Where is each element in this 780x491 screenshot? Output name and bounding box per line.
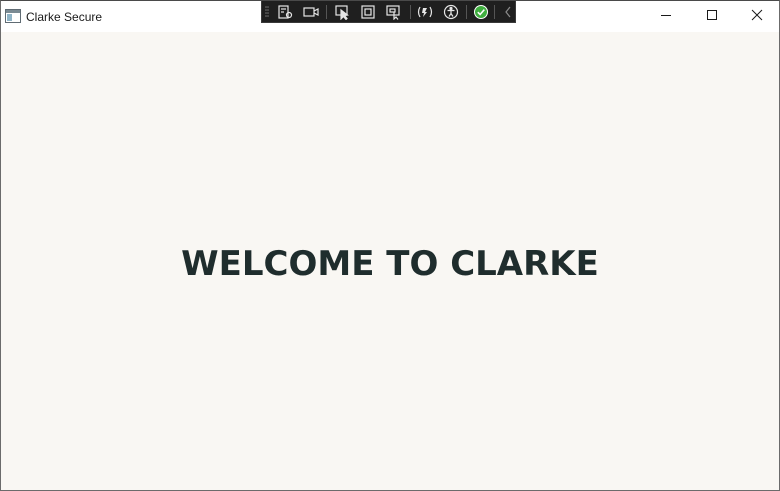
live-visual-tree-icon[interactable] (275, 3, 295, 21)
accessibility-checker-icon[interactable] (441, 3, 461, 21)
maximize-button[interactable] (689, 1, 735, 32)
hot-reload-icon[interactable] (415, 3, 435, 21)
minimize-button[interactable] (643, 1, 689, 32)
display-layout-adorners-icon[interactable] (358, 3, 378, 21)
toolbar-grip-icon[interactable] (265, 5, 269, 19)
collapse-chevron-icon[interactable] (498, 3, 518, 21)
toolbar-separator (410, 5, 411, 19)
xaml-debug-toolbar (261, 1, 516, 23)
main-content: WELCOME TO CLARKE (1, 32, 779, 490)
welcome-heading: WELCOME TO CLARKE (181, 244, 599, 284)
maximize-icon (706, 8, 718, 26)
toolbar-separator (326, 5, 327, 19)
record-icon[interactable] (301, 3, 321, 21)
app-window: Clarke Secure WELCOME TO CLARKE (0, 0, 780, 491)
window-app-icon (5, 9, 21, 23)
close-icon (751, 8, 763, 26)
toolbar-separator (466, 5, 467, 19)
minimize-icon (660, 8, 672, 26)
track-focus-icon[interactable] (384, 3, 404, 21)
close-button[interactable] (734, 1, 780, 32)
toolbar-separator (494, 5, 495, 19)
title-bar[interactable]: Clarke Secure (1, 1, 779, 32)
window-title: Clarke Secure (26, 10, 103, 24)
binding-failures-ok-icon[interactable] (471, 3, 491, 21)
select-element-icon[interactable] (332, 3, 352, 21)
